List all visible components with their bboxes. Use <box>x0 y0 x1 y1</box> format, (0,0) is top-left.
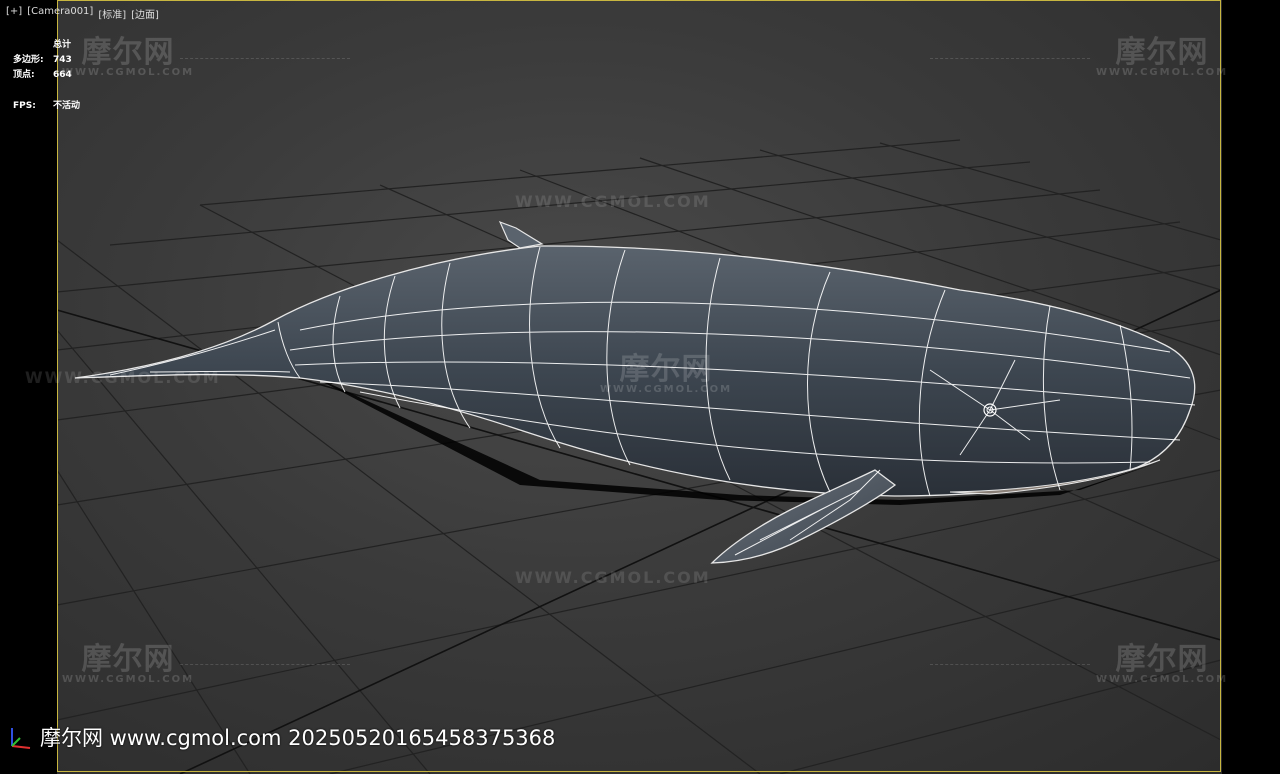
watermark-dash <box>180 58 350 59</box>
watermark-dash <box>930 58 1090 59</box>
viewport-plus-menu[interactable]: [+] <box>6 6 22 21</box>
viewport-camera-menu[interactable]: [Camera001] <box>27 6 93 21</box>
whale-dorsal-fin <box>498 220 544 249</box>
verts-value: 664 <box>53 70 72 80</box>
polys-label: 多边形: <box>13 55 44 65</box>
polys-value: 743 <box>53 55 72 65</box>
verts-label: 顶点: <box>13 70 35 80</box>
watermark-dash <box>930 664 1090 665</box>
fps-value: 不活动 <box>53 101 81 111</box>
watermark-dash <box>180 664 350 665</box>
3d-viewport[interactable]: 摩尔网 WWW.CGMOL.COM 摩尔网 WWW.CGMOL.COM 摩尔网 … <box>0 0 1280 774</box>
viewport-scene <box>56 139 1222 774</box>
watermark-footer: 摩尔网 www.cgmol.com 20250520165458375368 <box>40 726 556 750</box>
viewport-shading-menu[interactable]: [标准] <box>98 6 126 21</box>
left-panel-strip <box>0 0 57 774</box>
viewport-label-menu: [+] [Camera001] [标准] [边面] <box>6 6 159 21</box>
scene-statistics: 总计 多边形: 743 顶点: 664 FPS: 不活动 <box>13 38 80 114</box>
right-panel-strip <box>1222 0 1280 774</box>
fps-label: FPS: <box>13 101 36 111</box>
axis-tripod-icon <box>11 728 31 749</box>
stats-total-label: 总计 <box>53 40 72 50</box>
viewport-display-menu[interactable]: [边面] <box>131 6 159 21</box>
